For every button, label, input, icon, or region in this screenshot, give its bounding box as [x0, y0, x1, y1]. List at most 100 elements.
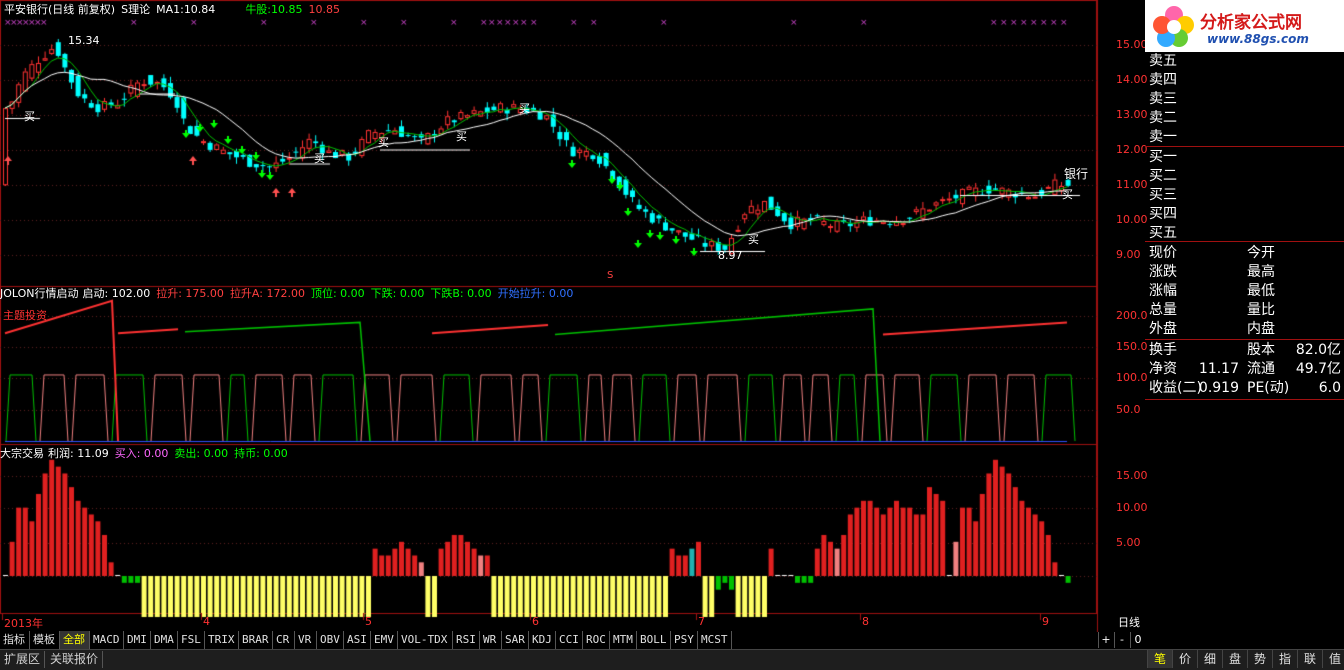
- toolbar-tab[interactable]: MCST: [698, 631, 732, 649]
- stat-label: 股本: [1247, 342, 1275, 358]
- ind1-tick: 100.0: [1116, 371, 1148, 384]
- toolbar-tab[interactable]: RSI: [453, 631, 480, 649]
- quote-label: 内盘: [1247, 321, 1275, 337]
- right-tab[interactable]: 值: [1322, 650, 1344, 668]
- toolbar-tab[interactable]: 指标: [0, 631, 30, 649]
- price-tick: 15.00: [1116, 38, 1148, 51]
- bull-value-2: 10.85: [308, 3, 341, 16]
- ind1-tick: 150.0: [1116, 340, 1148, 353]
- ind1-tick: 50.0: [1116, 403, 1141, 416]
- ma1-label: MA1:: [156, 3, 184, 16]
- stat-value: 11.17: [1198, 361, 1239, 377]
- ma1-value: 10.84: [183, 3, 216, 16]
- buy-mark-1: 买: [24, 110, 35, 123]
- toolbar-btn[interactable]: 0: [1130, 632, 1145, 648]
- period-label[interactable]: 日线: [1118, 614, 1140, 630]
- buy-mark-5: 买: [519, 102, 530, 115]
- price-tick: 14.00: [1116, 73, 1148, 86]
- logo: 分析家公式网 www.88gs.com: [1145, 0, 1344, 52]
- price-tick: 13.00: [1116, 108, 1148, 121]
- quote-label: 现价: [1149, 245, 1177, 261]
- right-tab[interactable]: 价: [1172, 650, 1197, 668]
- ind1-begin: 开始拉升: 0.00: [497, 287, 574, 300]
- right-tab[interactable]: 联: [1297, 650, 1322, 668]
- ind2-name: 大宗交易: [0, 447, 44, 460]
- right-tab[interactable]: 势: [1247, 650, 1272, 668]
- status-tab[interactable]: 关联报价: [46, 651, 104, 668]
- quote-label: 外盘: [1149, 321, 1177, 337]
- toolbar-tab[interactable]: VR: [295, 631, 317, 649]
- main-header: 平安银行(日线 前复权) S理论 MA1:10.84 牛股:10.85 10.85: [4, 3, 346, 17]
- ind2-sell: 卖出: 0.00: [174, 447, 229, 460]
- right-tab[interactable]: 指: [1272, 650, 1297, 668]
- low-price-label: 8.97: [718, 249, 743, 262]
- sell-level-1: 卖一: [1149, 129, 1177, 145]
- toolbar-btn[interactable]: -: [1114, 632, 1129, 648]
- date-tick: 9: [1042, 615, 1049, 628]
- date-tick: 2013年: [4, 617, 43, 630]
- theory-label: S理论: [121, 3, 151, 16]
- right-tab[interactable]: 细: [1197, 650, 1222, 668]
- toolbar-tab[interactable]: FSL: [178, 631, 205, 649]
- stat-label: PE(动): [1247, 380, 1290, 396]
- ind1-tick: 200.0: [1116, 309, 1148, 322]
- quote-label: 涨幅: [1149, 283, 1177, 299]
- date-tick: 4: [203, 615, 210, 628]
- logo-text: 分析家公式网: [1200, 13, 1302, 33]
- date-tick: 5: [365, 615, 372, 628]
- stat-value: 6.0: [1318, 380, 1341, 396]
- toolbar-tab[interactable]: EMV: [371, 631, 398, 649]
- sell-level-4: 卖四: [1149, 72, 1177, 88]
- toolbar-tab[interactable]: KDJ: [529, 631, 556, 649]
- toolbar-tab[interactable]: OBV: [317, 631, 344, 649]
- buy-level-1: 买一: [1149, 149, 1177, 165]
- buy-mark-7: 买: [1062, 188, 1073, 201]
- sell-level-5: 卖五: [1149, 53, 1177, 69]
- toolbar-tab[interactable]: SAR: [502, 631, 529, 649]
- buy-level-3: 买三: [1149, 187, 1177, 203]
- toolbar-tab[interactable]: CR: [273, 631, 295, 649]
- toolbar-tab[interactable]: CCI: [556, 631, 583, 649]
- toolbar-tab[interactable]: MACD: [90, 631, 124, 649]
- right-tab[interactable]: 笔: [1147, 650, 1172, 668]
- buy-mark-4: 买: [456, 130, 467, 143]
- toolbar-tab[interactable]: BOLL: [637, 631, 671, 649]
- status-tab[interactable]: 扩展区: [0, 651, 46, 668]
- toolbar-tab[interactable]: MTM: [610, 631, 637, 649]
- toolbar-tab[interactable]: PSY: [671, 631, 698, 649]
- toolbar-tab[interactable]: BRAR: [239, 631, 273, 649]
- theme-label: 主题投资: [3, 309, 47, 322]
- ind2-buy: 买入: 0.00: [114, 447, 169, 460]
- right-tab[interactable]: 盘: [1222, 650, 1247, 668]
- stat-label: 流通: [1247, 361, 1275, 377]
- quote-label: 今开: [1247, 245, 1275, 261]
- status-bar: 扩展区 关联报价: [0, 649, 1344, 670]
- ind2-hold: 持币: 0.00: [234, 447, 288, 460]
- toolbar-tab[interactable]: DMI: [124, 631, 151, 649]
- toolbar-tab[interactable]: ROC: [583, 631, 610, 649]
- stat-value: 49.7亿: [1295, 361, 1341, 377]
- quote-label: 量比: [1247, 302, 1275, 318]
- price-tick: 11.00: [1116, 178, 1148, 191]
- toolbar-tab[interactable]: VOL-TDX: [398, 631, 453, 649]
- bull-label: 牛股:: [245, 3, 272, 16]
- toolbar-btn[interactable]: +: [1098, 632, 1113, 648]
- toolbar-tab[interactable]: 模板: [30, 631, 60, 649]
- stat-value: 82.0亿: [1295, 342, 1341, 358]
- ind2-tick: 15.00: [1116, 469, 1148, 482]
- toolbar-tab[interactable]: ASI: [344, 631, 371, 649]
- buy-level-4: 买四: [1149, 206, 1177, 222]
- buy-mark-3: 买: [378, 136, 389, 149]
- bank-label: 银行: [1064, 167, 1089, 181]
- toolbar-tab[interactable]: TRIX: [205, 631, 239, 649]
- high-price-label: 15.34: [68, 34, 100, 47]
- buy-mark-6: 买: [748, 233, 759, 246]
- toolbar-tab[interactable]: 全部: [60, 631, 90, 649]
- date-tick: 7: [698, 615, 705, 628]
- quote-panel: 分析家公式网 www.88gs.com 卖五 卖四 卖三 卖二 卖一 买一 买二 买三 买四 买五…: [1145, 0, 1344, 669]
- toolbar-tab[interactable]: DMA: [151, 631, 178, 649]
- toolbar-tab[interactable]: WR: [480, 631, 502, 649]
- ind1-top: 顶位: 0.00: [310, 287, 365, 300]
- kline-chart-canvas[interactable]: [0, 0, 1145, 632]
- ind2-tick: 10.00: [1116, 501, 1148, 514]
